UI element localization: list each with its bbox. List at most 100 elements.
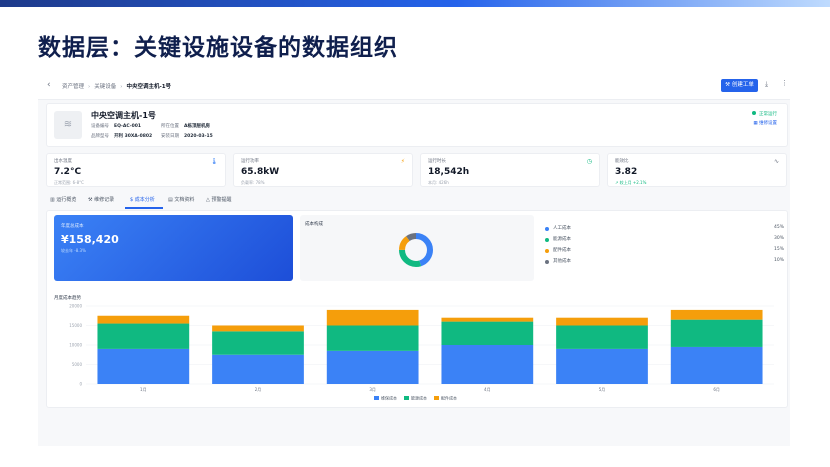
bar-segment (212, 325, 304, 332)
x-tick-label: 6月 (713, 387, 720, 392)
maintenance-settings-label: 维修设置 (759, 121, 777, 126)
status-badge: 正常运行 (752, 111, 777, 117)
cost-composition-label: 成本构成 (305, 222, 323, 227)
cost-analysis-panel: 年度总成本 ¥158,420 较去年 -8.3% 成本构成 人工成本 45% 能源成… (46, 210, 788, 408)
breadcrumb-item-key-equipment[interactable]: 关键设备 (94, 84, 116, 90)
y-tick-label: 10000 (69, 343, 82, 348)
monthly-trend-title: 月度成本趋势 (54, 296, 81, 301)
tab-label: 维修记录 (94, 197, 115, 203)
metric-label: 能效比 (615, 159, 629, 164)
legend-item: 其他成本 10% (544, 258, 784, 266)
x-tick-label: 4月 (484, 387, 491, 392)
breadcrumb-separator: › (120, 84, 123, 90)
back-icon[interactable]: ‹ (47, 80, 51, 90)
metric-value: 65.8kW (241, 167, 280, 177)
slide-title: 数据层：关键设施设备的数据组织 (38, 35, 398, 61)
bar-segment (556, 317, 648, 326)
field-install-date: 安装日期 2020-03-15 (161, 133, 213, 139)
more-options-icon[interactable]: ⋮ (781, 79, 788, 87)
breadcrumb-item-asset-management[interactable]: 资产管理 (62, 84, 84, 90)
tab-bar: ▥ 运行概览 ⚒ 维修记录 $ 成本分析 ▤ 文档资料 △ 预警提醒 (46, 192, 788, 209)
legend-label: 维保成本 (381, 395, 397, 401)
field-label: 品牌型号 (91, 134, 109, 139)
legend-dot-icon (545, 226, 549, 231)
bar-segment (670, 309, 763, 320)
breadcrumb: 资产管理 › 关键设备 › 中央空调主机-1号 (62, 82, 171, 90)
wrench-icon: ⚒ (88, 197, 93, 203)
air-conditioner-icon: ≋ (54, 111, 82, 139)
legend-value: 45% (773, 225, 784, 230)
field-equipment-id: 设备编号 EQ-AC-001 (91, 123, 141, 129)
total-cost-value: ¥158,420 (61, 233, 119, 246)
x-tick-label: 5月 (599, 387, 606, 392)
create-work-order-label: 创建工单 (731, 82, 754, 88)
breadcrumb-item-current: 中央空调主机-1号 (126, 84, 172, 90)
legend-item: 配件成本 15% (544, 247, 784, 255)
dollar-icon: $ (130, 197, 134, 203)
bar-segment (441, 317, 534, 322)
metric-card-efficiency: 能效比 3.82 ↗ 较上月 +2.1% ∿ (607, 153, 787, 187)
equipment-name: 中央空调主机-1号 (91, 111, 156, 120)
bar-segment (670, 346, 763, 384)
maintenance-settings-link[interactable]: ▦ 维修设置 (753, 120, 777, 126)
metric-label: 运行功率 (241, 159, 259, 164)
legend-label: 人工成本 (553, 226, 571, 231)
tab-alerts[interactable]: △ 预警提醒 (206, 196, 231, 203)
bar-segment (326, 309, 419, 326)
app-screenshot: ‹ 资产管理 › 关键设备 › 中央空调主机-1号 ⚒ 创建工单 ⤓ ⋮ ≋ 中央空调主… (38, 73, 790, 446)
tab-documents[interactable]: ▤ 文档资料 (168, 196, 194, 203)
tab-overview[interactable]: ▥ 运行概览 (50, 196, 76, 203)
bar-segment (97, 315, 190, 324)
field-model: 品牌型号 开利 30XA-0802 (91, 133, 152, 139)
tab-label: 运行概览 (56, 197, 77, 203)
bar-segment (212, 331, 304, 355)
legend-item: 人工成本 45% (544, 225, 784, 233)
metric-value: 7.2°C (54, 167, 82, 177)
field-value: A栋顶层机房 (184, 124, 210, 129)
metric-label: 运行时长 (428, 159, 446, 164)
lightning-icon: ⚡ (400, 158, 405, 165)
field-value: 2020-03-15 (184, 134, 213, 139)
bar-segment (97, 348, 190, 384)
tab-maintenance[interactable]: ⚒ 维修记录 (88, 196, 114, 203)
thermometer-icon: 🌡 (210, 158, 218, 165)
tab-cost-analysis[interactable]: $ 成本分析 (130, 196, 155, 203)
y-tick-label: 20000 (69, 304, 82, 309)
field-value: 开利 30XA-0802 (114, 134, 153, 139)
cost-composition-card: 成本构成 (300, 215, 534, 281)
legend-swatch-icon (404, 396, 409, 400)
legend-swatch-icon (434, 396, 439, 400)
wrench-icon: ⚒ (725, 82, 732, 88)
tab-label: 文档资料 (174, 197, 195, 203)
warning-icon: △ (206, 197, 210, 203)
legend-value: 15% (773, 247, 784, 252)
metric-value: 3.82 (615, 167, 638, 177)
clock-icon: ◷ (586, 158, 592, 165)
legend-dot-icon (545, 259, 549, 264)
legend-dot-icon (545, 248, 549, 253)
legend-label: 能源成本 (411, 395, 427, 401)
total-cost-change: 较去年 -8.3% (61, 248, 86, 253)
tab-label: 成本分析 (134, 197, 155, 203)
slide-top-accent-bar (0, 0, 830, 7)
toolbar: ‹ 资产管理 › 关键设备 › 中央空调主机-1号 ⚒ 创建工单 ⤓ ⋮ (38, 73, 790, 100)
active-tab-indicator (125, 207, 163, 209)
cost-composition-legend: 人工成本 45% 能源成本 30% 配件成本 15% 其他成本 10% (544, 215, 784, 281)
chart-icon: ▥ (50, 197, 55, 203)
document-icon: ▤ (168, 197, 173, 203)
y-tick-label: 0 (79, 382, 82, 387)
metric-card-water-temp: 出水温度 7.2°C 正常范围: 6-8°C 🌡 (46, 153, 226, 187)
cost-composition-donut (399, 233, 433, 267)
field-label: 安装日期 (161, 134, 179, 139)
download-icon[interactable]: ⤓ (765, 80, 768, 89)
create-work-order-button[interactable]: ⚒ 创建工单 (721, 79, 758, 92)
legend-value: 30% (773, 236, 784, 241)
field-label: 设备编号 (91, 124, 109, 129)
bar-segment (556, 325, 648, 349)
bar-segment (670, 319, 763, 347)
metric-card-power: 运行功率 65.8kW 负载率: 78% ⚡ (233, 153, 413, 187)
bar-segment (97, 323, 190, 349)
total-cost-label: 年度总成本 (61, 224, 84, 229)
bar-segment (326, 325, 419, 351)
y-tick-label: 15000 (69, 323, 82, 328)
